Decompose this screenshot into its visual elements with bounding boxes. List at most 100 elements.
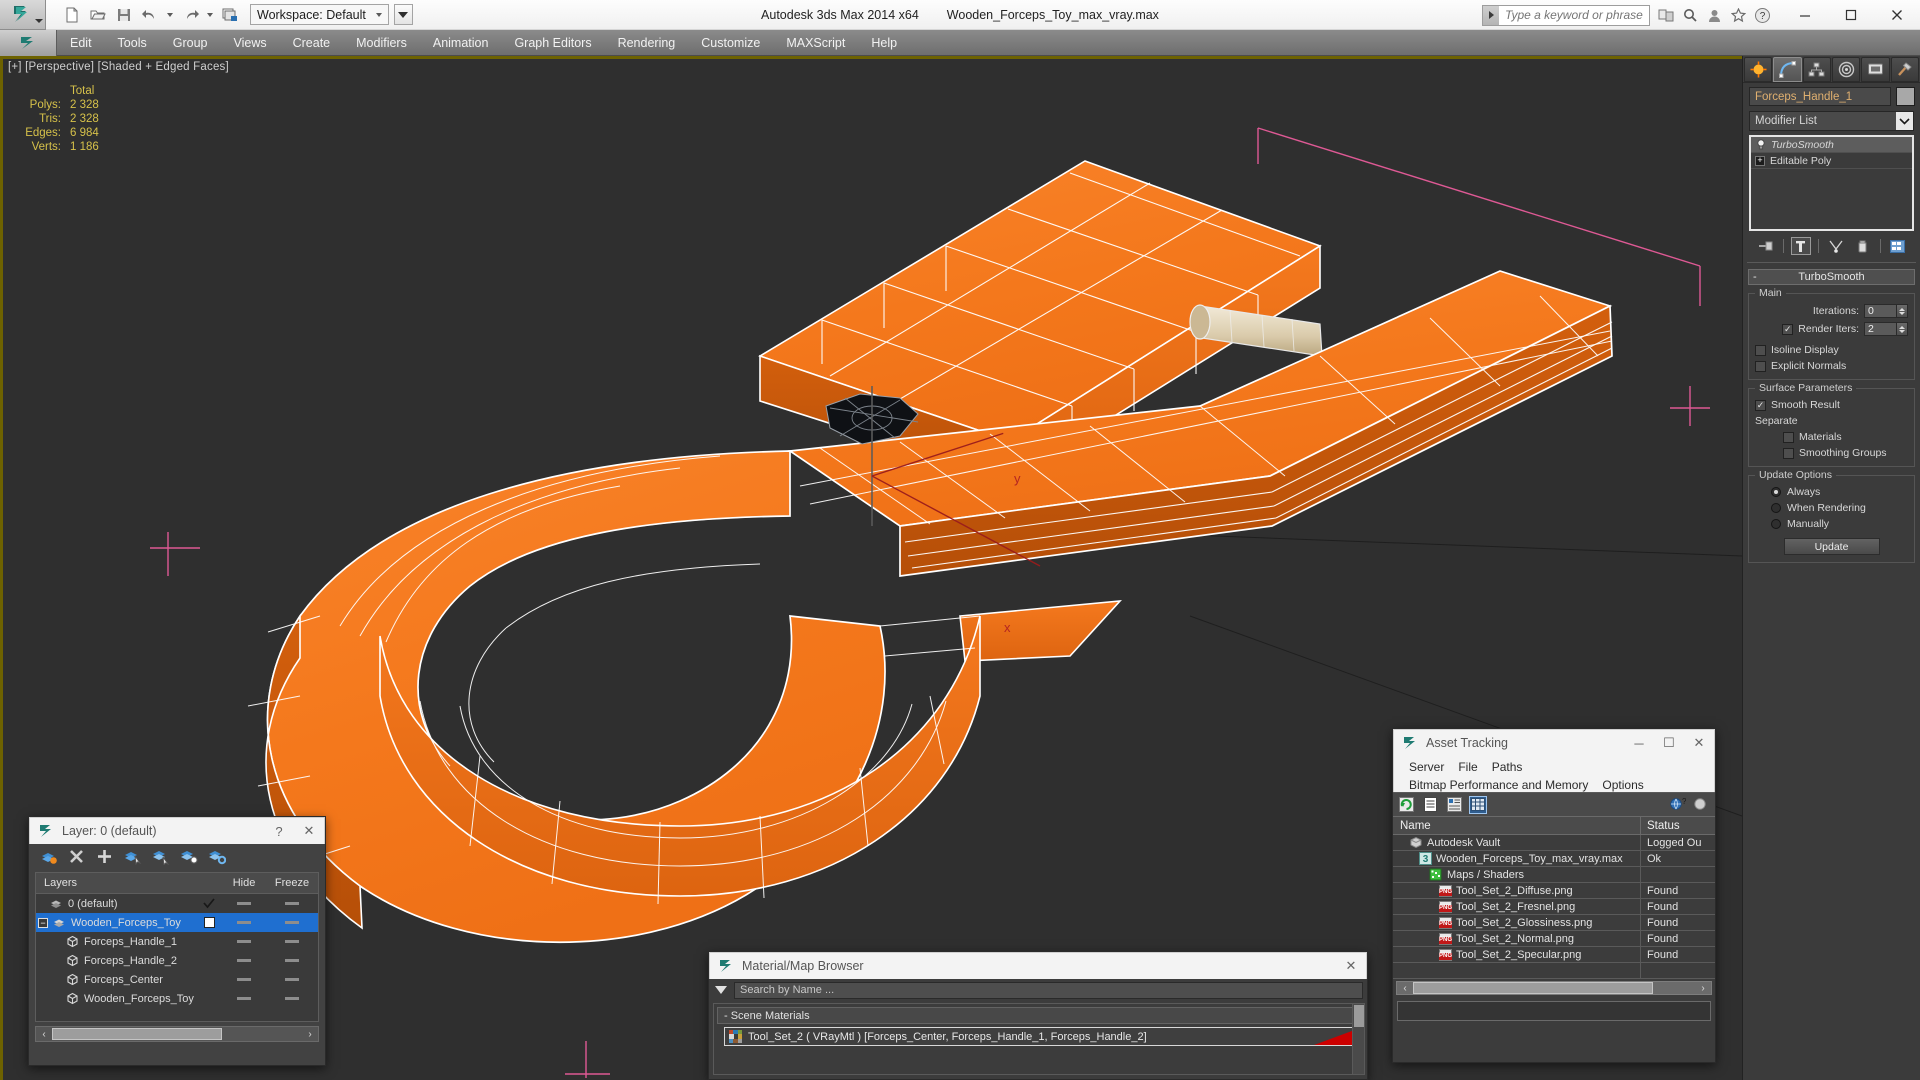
asset-tracking-dialog[interactable]: Asset Tracking ─ ☐ ✕ Server File Paths B… (1392, 728, 1716, 1063)
search-input[interactable] (1499, 5, 1649, 25)
layer-list[interactable]: Layers Hide Freeze 0 (default) − Wooden_… (35, 872, 319, 1022)
scroll-right-icon[interactable]: › (302, 1027, 318, 1041)
always-radio[interactable] (1771, 487, 1781, 497)
rollout-collapse-icon[interactable]: - (1753, 271, 1757, 283)
smooth-result-checkbox[interactable]: ✓ (1755, 399, 1766, 411)
layer-row-wooden-forceps-toy-object[interactable]: Wooden_Forceps_Toy (36, 989, 318, 1008)
select-objects-in-layer-button[interactable] (123, 847, 142, 866)
asset-menu-paths[interactable]: Paths (1485, 758, 1530, 776)
material-list-item[interactable]: Tool_Set_2 ( VRayMtl ) [Forceps_Center, … (724, 1027, 1361, 1046)
layer-freeze-toggle[interactable] (266, 997, 318, 1000)
layer-hide-toggle[interactable] (222, 978, 266, 981)
favorites-star-icon[interactable] (1728, 5, 1748, 25)
smoothing-groups-checkbox[interactable] (1783, 447, 1794, 459)
layer-current-indicator[interactable] (196, 917, 222, 928)
asset-tracking-maximize-button[interactable]: ☐ (1654, 730, 1684, 756)
layer-hide-toggle[interactable] (222, 921, 266, 924)
material-browser-close-button[interactable]: ✕ (1336, 953, 1366, 979)
material-browser-title-bar[interactable]: Material/Map Browser ✕ (709, 952, 1367, 979)
material-filter-icon[interactable] (713, 982, 729, 998)
asset-menu-server[interactable]: Server (1402, 758, 1451, 776)
redo-button[interactable] (178, 3, 202, 27)
menu-item-customize[interactable]: Customize (688, 30, 773, 56)
layer-dialog-help-button[interactable]: ? (264, 818, 294, 844)
redo-dropdown-caret-icon[interactable] (207, 12, 213, 17)
highlight-selected-objects-layer-button[interactable] (179, 847, 198, 866)
create-new-layer-button[interactable] (39, 847, 58, 866)
explicit-normals-checkbox[interactable] (1755, 360, 1766, 372)
menu-item-animation[interactable]: Animation (420, 30, 502, 56)
menu-item-graph-editors[interactable]: Graph Editors (501, 30, 604, 56)
menu-item-maxscript[interactable]: MAXScript (773, 30, 858, 56)
scroll-track[interactable] (52, 1027, 302, 1041)
material-browser-body[interactable]: - Scene Materials Tool_Set_2 ( VRayMtl )… (713, 1003, 1365, 1075)
asset-row-normal-png[interactable]: PNG Tool_Set_2_Normal.png Found (1393, 930, 1715, 947)
layer-freeze-toggle[interactable] (266, 902, 318, 905)
scroll-right-icon[interactable]: › (1695, 981, 1711, 995)
search-magnifier-icon[interactable] (1680, 5, 1700, 25)
create-tab[interactable] (1744, 56, 1773, 82)
menu-item-modifiers[interactable]: Modifiers (343, 30, 420, 56)
turbosmooth-rollout-header[interactable]: - TurboSmooth (1748, 269, 1915, 285)
plus-box-icon[interactable]: + (1755, 155, 1765, 166)
lightbulb-icon[interactable] (1755, 139, 1766, 151)
material-browser-scrollbar[interactable] (1352, 1004, 1364, 1074)
make-unique-button[interactable] (1826, 237, 1846, 255)
asset-menu-file[interactable]: File (1451, 758, 1484, 776)
viewport-label[interactable]: [+] [Perspective] [Shaded + Edged Faces] (8, 61, 229, 73)
asset-tracking-close-button[interactable]: ✕ (1684, 730, 1714, 756)
asset-row-vault[interactable]: Autodesk Vault Logged Ou (1393, 834, 1715, 851)
display-tab[interactable] (1861, 56, 1890, 82)
layer-hide-toggle[interactable] (222, 997, 266, 1000)
layer-row-wooden-forceps-toy[interactable]: − Wooden_Forceps_Toy (36, 913, 318, 932)
modifier-stack-item-editable-poly[interactable]: + Editable Poly (1751, 153, 1912, 169)
update-button[interactable]: Update (1783, 538, 1880, 555)
render-iters-checkbox[interactable]: ✓ (1782, 323, 1794, 335)
pin-stack-button[interactable] (1756, 237, 1776, 255)
layer-freeze-toggle[interactable] (266, 959, 318, 962)
remove-modifier-button[interactable] (1853, 237, 1873, 255)
modifier-stack-item-turbosmooth[interactable]: TurboSmooth (1751, 137, 1912, 153)
iterations-value[interactable]: 0 (1864, 304, 1897, 318)
list-view-button[interactable] (1421, 796, 1439, 814)
menu-item-views[interactable]: Views (220, 30, 279, 56)
open-file-button[interactable] (86, 3, 110, 27)
workspace-selector[interactable]: Workspace: Default (250, 4, 389, 25)
render-iters-spinner-arrows[interactable] (1897, 322, 1908, 336)
asset-horizontal-scrollbar[interactable]: ‹ › (1396, 981, 1712, 995)
asset-tracking-minimize-button[interactable]: ─ (1624, 730, 1654, 756)
help-vault-button[interactable]: ? (1669, 796, 1687, 814)
refresh-button[interactable] (1397, 796, 1415, 814)
layer-dialog-close-button[interactable]: ✕ (294, 818, 324, 844)
asset-row-maps-shaders[interactable]: Maps / Shaders (1393, 866, 1715, 883)
asset-row-diffuse-png[interactable]: PNG Tool_Set_2_Diffuse.png Found (1393, 882, 1715, 899)
detail-view-button[interactable] (1445, 796, 1463, 814)
materials-checkbox[interactable] (1783, 431, 1794, 443)
delete-layer-button[interactable] (67, 847, 86, 866)
scroll-left-icon[interactable]: ‹ (1397, 981, 1413, 995)
help-button[interactable]: ? (1693, 796, 1711, 814)
asset-tracking-title-bar[interactable]: Asset Tracking ─ ☐ ✕ (1393, 729, 1715, 756)
layer-hide-toggle[interactable] (222, 959, 266, 962)
layer-row-forceps-handle-2[interactable]: Forceps_Handle_2 (36, 951, 318, 970)
manually-radio[interactable] (1771, 519, 1781, 529)
layer-row-default[interactable]: 0 (default) (36, 894, 318, 913)
help-circle-icon[interactable]: ? (1752, 5, 1772, 25)
grid-view-button[interactable] (1469, 795, 1487, 814)
undo-dropdown-caret-icon[interactable] (167, 12, 173, 17)
menu-item-help[interactable]: Help (858, 30, 910, 56)
material-search-input[interactable]: Search by Name ... (734, 981, 1363, 999)
new-file-button[interactable] (60, 3, 84, 27)
menu-item-tools[interactable]: Tools (105, 30, 160, 56)
scene-materials-group-header[interactable]: - Scene Materials (717, 1007, 1361, 1024)
asset-tracking-path-field[interactable] (1397, 1001, 1711, 1021)
select-highlighted-layers-button[interactable] (151, 847, 170, 866)
layer-freeze-toggle[interactable] (266, 978, 318, 981)
asset-row-glossiness-png[interactable]: PNG Tool_Set_2_Glossiness.png Found (1393, 914, 1715, 931)
asset-menu-bitmap-performance[interactable]: Bitmap Performance and Memory (1402, 776, 1595, 794)
modifier-stack[interactable]: TurboSmooth + Editable Poly (1749, 135, 1914, 231)
layer-expander-minus-icon[interactable]: − (38, 917, 48, 928)
layer-freeze-toggle[interactable] (266, 921, 318, 924)
maximize-button[interactable] (1828, 0, 1874, 30)
asset-menu-options[interactable]: Options (1595, 776, 1650, 794)
